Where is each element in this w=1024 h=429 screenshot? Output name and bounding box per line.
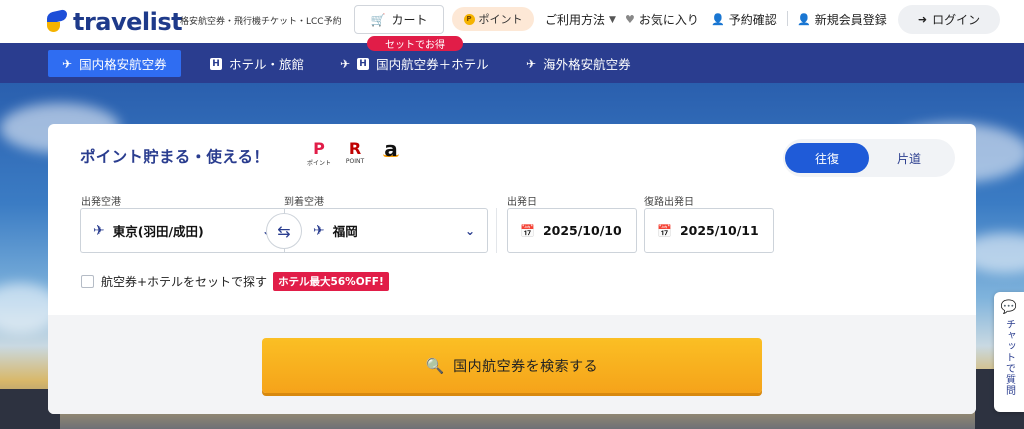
cart-icon: 🛒 [370, 12, 386, 27]
usage-menu[interactable]: ご利用方法 ▼ [545, 11, 616, 28]
to-airport-select[interactable]: ✈ 福岡 ⌄ [284, 208, 488, 253]
rakuten-point-icon: R POINT [345, 139, 365, 166]
login-label: ログイン [932, 13, 981, 27]
search-footer: 🔍 国内航空券を検索する [48, 315, 976, 414]
logo-mark-icon [47, 8, 67, 33]
swap-icon: ⇆ [277, 221, 291, 241]
point-label: ポイント [478, 13, 523, 26]
tab-label: 海外格安航空券 [543, 57, 631, 72]
globe-airplane-icon: ✈ [526, 56, 537, 71]
cart-set-badge: セットでお得 [367, 36, 463, 51]
heart-icon: ♥ [625, 13, 635, 26]
return-value: 2025/10/11 [679, 223, 759, 238]
flight-search-card: ポイント貯まる・使える！ P ポイント R POINT a 往復 片道 出発空港… [48, 124, 976, 414]
takeoff-icon: ✈ [93, 222, 105, 239]
hotel-discount-badge: ホテル最大56%OFF! [273, 272, 389, 291]
depart-label: 出発日 [507, 197, 537, 208]
set-checkbox[interactable] [81, 275, 94, 288]
chevron-down-icon: ▼ [609, 14, 616, 25]
usage-label: ご利用方法 [545, 13, 606, 27]
chat-label: チャットで質問 [1003, 319, 1015, 396]
tab-label: 国内格安航空券 [79, 57, 167, 72]
depart-value: 2025/10/10 [542, 223, 622, 238]
flight-hotel-set-option[interactable]: 航空券+ホテルをセットで探す ホテル最大56%OFF! [81, 272, 389, 291]
booking-label: 予約確認 [728, 13, 777, 27]
from-label: 出発空港 [81, 197, 121, 208]
airplane-icon: ✈ [340, 56, 351, 71]
search-button[interactable]: 🔍 国内航空券を検索する [262, 338, 762, 393]
category-tabs: ✈ 国内格安航空券 H ホテル・旅館 ✈ H 国内航空券＋ホテル ✈ 海外格安航… [0, 43, 1024, 83]
tab-hotels[interactable]: H ホテル・旅館 [196, 50, 318, 77]
round-trip-option[interactable]: 往復 [785, 143, 869, 173]
user-plus-icon: 👤 [797, 13, 811, 26]
chat-bubble-icon: 💬 [1000, 300, 1018, 315]
search-icon: 🔍 [425, 356, 446, 375]
field-divider [496, 208, 497, 253]
to-value: 福岡 [332, 224, 358, 239]
register-label: 新規会員登録 [814, 13, 887, 27]
return-date-field[interactable]: 📅 2025/10/11 [644, 208, 774, 253]
user-check-icon: 👤 [711, 13, 725, 26]
one-way-option[interactable]: 片道 [867, 143, 951, 173]
tab-international-flights[interactable]: ✈ 海外格安航空券 [512, 50, 645, 77]
logo-text: travelist [73, 8, 183, 36]
chat-support-tab[interactable]: 💬 チャットで質問 [994, 292, 1024, 412]
from-airport-select[interactable]: ✈ 東京(羽田/成田) ⌄ [80, 208, 284, 253]
tagline: 格安航空券・飛行機チケット・LCC予約 [180, 17, 342, 27]
hotel-icon: H [210, 57, 222, 70]
point-button[interactable]: P ポイント [452, 7, 534, 31]
tab-label: ホテル・旅館 [229, 57, 305, 72]
airplane-icon: ✈ [62, 56, 73, 71]
tab-label: 国内航空券＋ホテル [376, 57, 489, 72]
to-label: 到着空港 [284, 197, 324, 208]
header-divider [787, 11, 788, 26]
d-point-icon: P ポイント [306, 139, 331, 168]
tab-domestic-flights[interactable]: ✈ 国内格安航空券 [48, 50, 181, 77]
landing-icon: ✈ [313, 222, 325, 239]
tab-flight-hotel[interactable]: ✈ H 国内航空券＋ホテル [326, 50, 503, 77]
favorites-link[interactable]: ♥ お気に入り [625, 11, 699, 28]
point-programs: P ポイント R POINT a [306, 137, 404, 168]
hotel-icon: H [357, 57, 370, 70]
point-coin-icon: P [463, 13, 475, 25]
depart-date-field[interactable]: 📅 2025/10/10 [507, 208, 637, 253]
swap-airports-button[interactable]: ⇆ [266, 213, 302, 249]
login-icon: ➜ [917, 13, 928, 26]
calendar-icon: 📅 [520, 223, 535, 238]
cart-button[interactable]: 🛒 カート [354, 5, 444, 34]
card-title: ポイント貯まる・使える！ [80, 148, 270, 166]
from-value: 東京(羽田/成田) [112, 224, 204, 239]
trip-type-toggle: 往復 片道 [783, 139, 955, 177]
return-label: 復路出発日 [644, 197, 694, 208]
search-button-label: 国内航空券を検索する [453, 358, 599, 375]
site-header: travelist 格安航空券・飛行機チケット・LCC予約 🛒 カート P ポイ… [0, 0, 1024, 43]
logo[interactable]: travelist [47, 8, 183, 36]
set-label: 航空券+ホテルをセットで探す [101, 275, 268, 289]
calendar-icon: 📅 [657, 223, 672, 238]
cart-label: カート [391, 13, 428, 27]
booking-link[interactable]: 👤 予約確認 [711, 11, 777, 28]
chevron-down-icon: ⌄ [464, 223, 475, 238]
amazon-icon: a [383, 137, 399, 161]
login-button[interactable]: ➜ ログイン [898, 5, 1000, 34]
register-link[interactable]: 👤 新規会員登録 [797, 11, 887, 28]
favorites-label: お気に入り [638, 13, 699, 27]
